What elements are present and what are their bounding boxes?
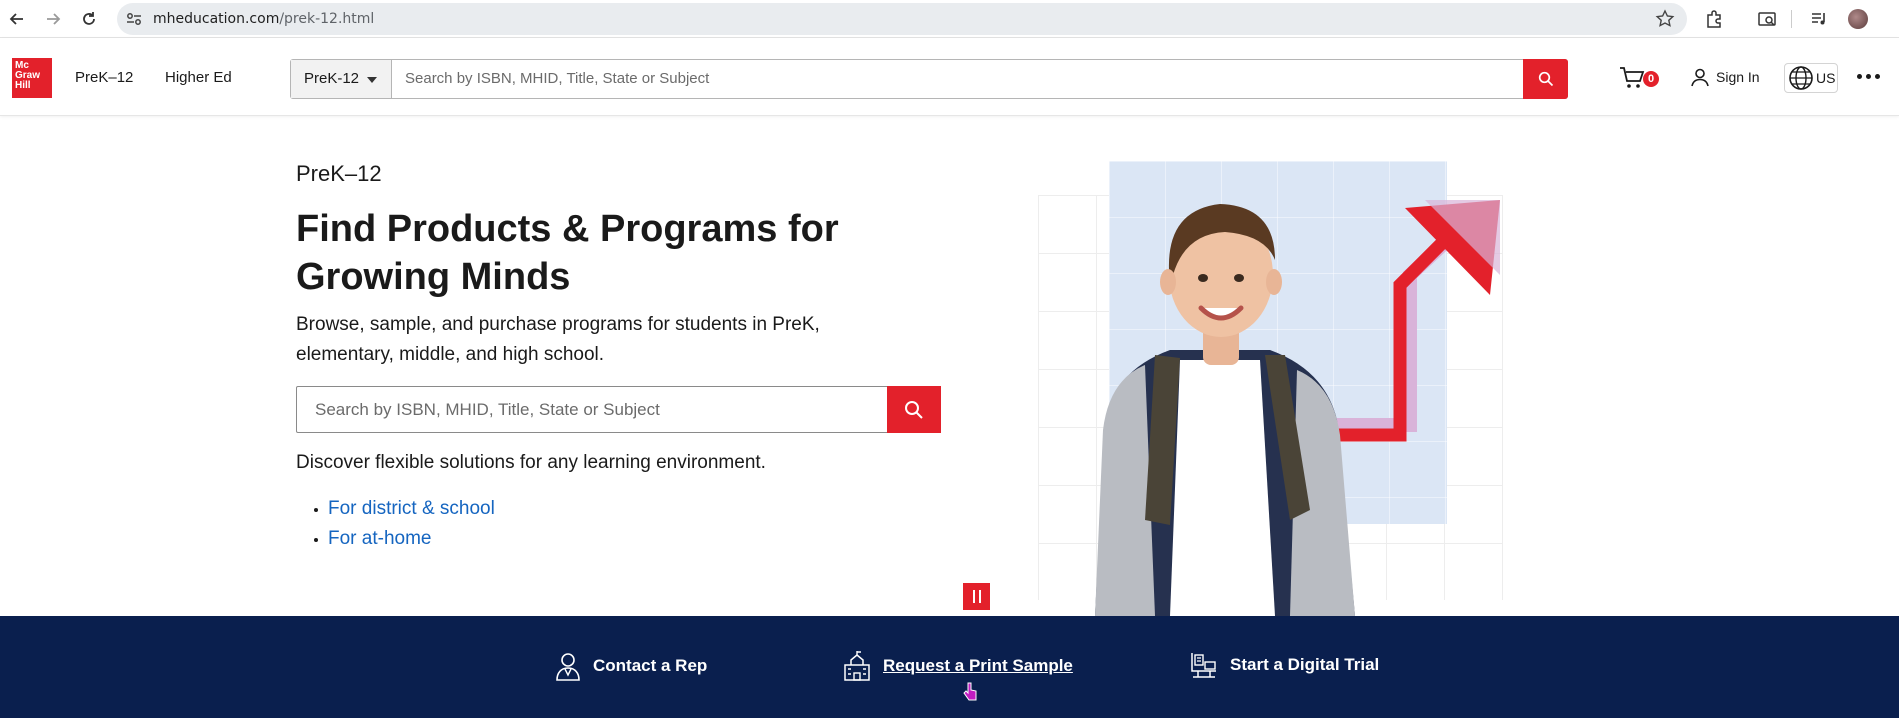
link-at-home[interactable]: For at-home <box>328 528 431 549</box>
more-menu-icon[interactable] <box>1857 74 1880 79</box>
url-path: /prek-12.html <box>279 11 375 27</box>
search-icon <box>1538 71 1553 87</box>
header-search-input[interactable] <box>403 69 1403 88</box>
header-search: PreK-12 <box>290 59 1568 99</box>
address-bar[interactable]: mheducation.com/prek-12.html <box>117 3 1687 35</box>
hero-description: Browse, sample, and purchase programs fo… <box>296 314 820 365</box>
contact-rep-label: Contact a Rep <box>593 656 708 675</box>
pause-animation-button[interactable] <box>963 583 990 610</box>
globe-icon <box>1789 66 1813 90</box>
url-host: mheducation.com <box>153 11 280 27</box>
reading-mode-icon[interactable] <box>1757 9 1777 29</box>
header-search-button[interactable] <box>1523 59 1568 99</box>
region-label: US <box>1816 70 1836 86</box>
site-header: Mc Graw Hill PreK–12 Higher Ed PreK-12 0… <box>0 38 1899 116</box>
audience-links: For district & school For at-home <box>296 494 495 554</box>
computer-icon <box>1191 653 1216 678</box>
toolbar-divider <box>1791 10 1792 28</box>
cart-icon[interactable] <box>1619 66 1645 90</box>
forward-arrow-icon[interactable] <box>42 8 64 30</box>
search-scope-label: PreK-12 <box>304 70 360 87</box>
user-icon <box>1691 68 1709 87</box>
region-selector[interactable]: US <box>1784 63 1838 93</box>
list-item: For at-home <box>296 524 495 554</box>
student-photo <box>1095 204 1355 616</box>
start-digital-trial-label: Start a Digital Trial <box>1230 655 1380 674</box>
back-arrow-icon[interactable] <box>6 8 28 30</box>
site-settings-icon[interactable] <box>125 10 143 28</box>
sign-in-link[interactable]: Sign In <box>1690 67 1760 87</box>
nav-prek12[interactable]: PreK–12 <box>75 69 133 86</box>
browser-toolbar: mheducation.com/prek-12.html <box>0 0 1899 38</box>
hero-search <box>296 386 941 433</box>
list-item: For district & school <box>296 494 495 524</box>
request-print-sample-label: Request a Print Sample <box>883 656 1073 675</box>
profile-avatar[interactable] <box>1848 9 1868 29</box>
media-controls-icon[interactable] <box>1809 9 1829 29</box>
nav-higher-ed[interactable]: Higher Ed <box>165 69 232 86</box>
request-print-sample-link[interactable]: Request a Print Sample <box>843 651 1073 681</box>
extensions-icon[interactable] <box>1704 9 1724 29</box>
bookmark-star-icon[interactable] <box>1655 9 1675 29</box>
url-text: mheducation.com/prek-12.html <box>153 11 374 27</box>
link-district-school[interactable]: For district & school <box>328 498 495 519</box>
reload-icon[interactable] <box>78 8 100 30</box>
mcgraw-hill-logo[interactable]: Mc Graw Hill <box>12 58 52 98</box>
hand-cursor-icon <box>963 682 977 701</box>
school-building-icon <box>844 651 870 681</box>
sign-in-label: Sign In <box>1716 69 1760 85</box>
page-eyebrow: PreK–12 <box>296 161 382 186</box>
search-icon <box>905 400 923 419</box>
search-scope-dropdown[interactable]: PreK-12 <box>291 60 392 98</box>
caret-down-icon <box>367 77 377 83</box>
person-icon <box>556 653 580 681</box>
cart-count-badge: 0 <box>1643 71 1659 87</box>
discover-text: Discover flexible solutions for any lear… <box>296 452 766 473</box>
page-title: Find Products & Programs for Growing Min… <box>296 208 839 298</box>
contact-rep-link[interactable]: Contact a Rep <box>555 651 707 681</box>
start-digital-trial-link[interactable]: Start a Digital Trial <box>1190 651 1379 679</box>
hero-search-input[interactable] <box>313 399 873 421</box>
hero-search-button[interactable] <box>887 386 941 433</box>
cta-bar: Contact a Rep Request a Print Sample Sta… <box>0 616 1899 718</box>
logo-line: Hill <box>15 80 31 91</box>
